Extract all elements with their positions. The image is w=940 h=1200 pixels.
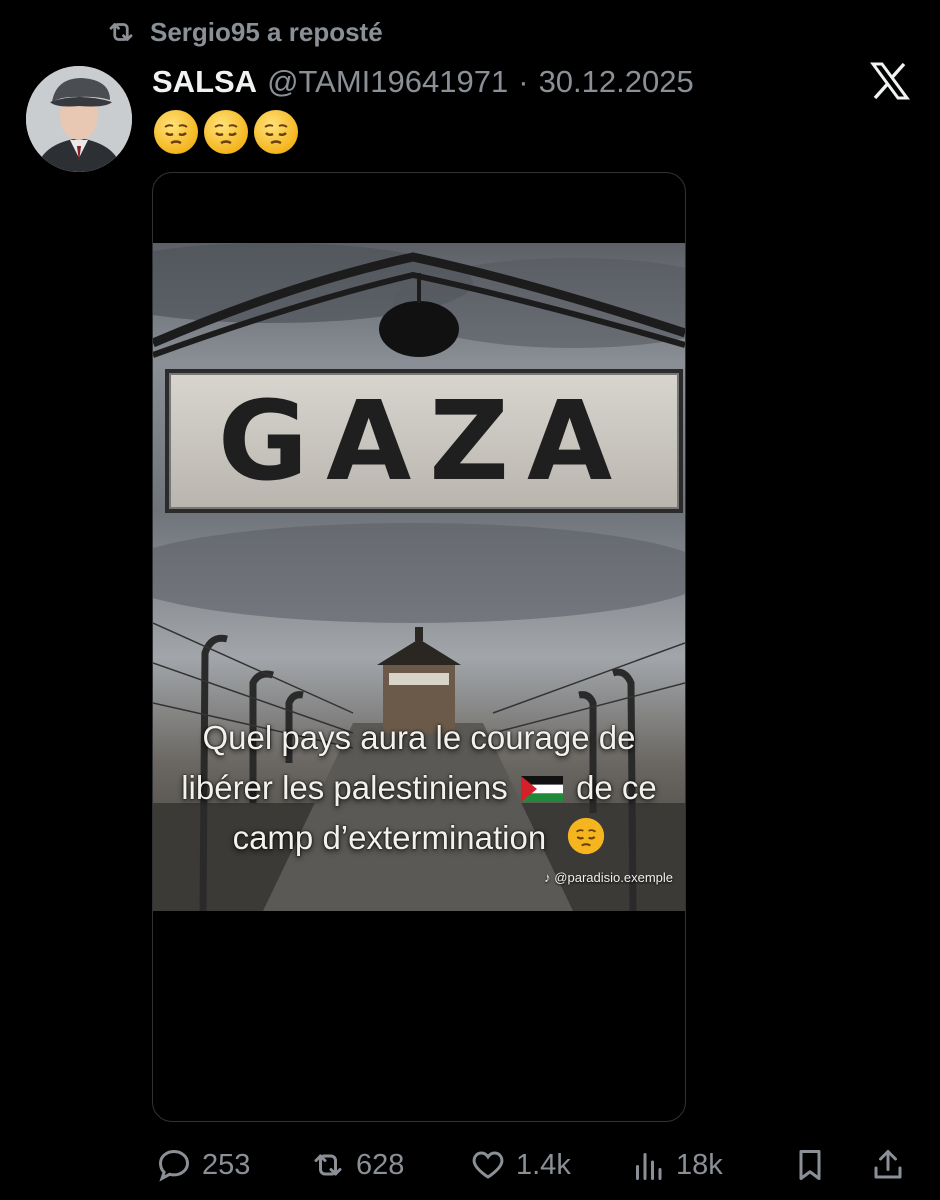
reply-count: 253 xyxy=(202,1148,251,1181)
palestine-flag-icon xyxy=(520,776,563,802)
caption-line-2-part-a: libérer les palestiniens xyxy=(181,769,508,806)
pensive-emoji-icon xyxy=(254,110,298,154)
reply-button[interactable]: 253 xyxy=(156,1140,250,1190)
share-upload-icon xyxy=(874,1150,902,1179)
caption-line-3-text: camp d’extermination xyxy=(232,819,547,856)
display-name[interactable]: SALSA xyxy=(152,64,257,100)
repost-icon xyxy=(314,1154,342,1176)
repost-icon xyxy=(109,23,133,41)
video-frame[interactable]: GAZA Quel pays aura le courage de libére… xyxy=(153,243,685,911)
tiktok-watermark: ♪ @paradisio.exemple xyxy=(544,870,673,885)
sign-text: GAZA xyxy=(217,377,631,505)
gate-sign: GAZA xyxy=(165,369,683,513)
caption-line-1: Quel pays aura le courage de xyxy=(202,719,636,756)
caption-line-3: camp d’extermination xyxy=(153,813,685,863)
action-bar: 253 628 1.4k 18k xyxy=(0,1140,940,1190)
tweet-text xyxy=(154,110,298,154)
pensive-emoji-icon xyxy=(567,817,605,855)
like-button[interactable]: 1.4k xyxy=(470,1140,571,1190)
video-caption: Quel pays aura le courage de libérer les… xyxy=(153,713,685,863)
bookmark-icon xyxy=(799,1150,821,1180)
avatar-image xyxy=(26,66,132,172)
avatar[interactable] xyxy=(26,66,132,172)
user-handle[interactable]: @TAMI19641971 xyxy=(267,64,508,100)
tweet-date[interactable]: 30.12.2025 xyxy=(539,64,694,100)
caption-line-2: libérer les palestiniens de ce xyxy=(153,763,685,813)
share-button[interactable] xyxy=(870,1140,906,1190)
tiktok-icon: ♪ xyxy=(544,870,551,885)
watermark-text: @paradisio.exemple xyxy=(554,870,673,885)
like-count: 1.4k xyxy=(516,1148,571,1181)
caption-line-2-part-b: de ce xyxy=(576,769,657,806)
heart-icon xyxy=(472,1151,504,1179)
x-logo-icon xyxy=(870,62,910,100)
repost-button[interactable]: 628 xyxy=(310,1140,404,1190)
views-button[interactable]: 18k xyxy=(630,1140,723,1190)
views-count: 18k xyxy=(676,1148,723,1181)
video-media[interactable]: GAZA Quel pays aura le courage de libére… xyxy=(152,172,686,1122)
repost-text: Sergio95 a reposté xyxy=(150,16,383,47)
reply-icon xyxy=(158,1149,190,1182)
separator-dot: · xyxy=(518,64,529,99)
pensive-emoji-icon xyxy=(154,110,198,154)
tweet-header: SALSA @TAMI19641971 · 30.12.2025 xyxy=(152,60,694,104)
repost-attribution[interactable]: Sergio95 a reposté xyxy=(104,14,383,50)
repost-count: 628 xyxy=(356,1148,405,1181)
bookmark-button[interactable] xyxy=(792,1140,828,1190)
pensive-emoji-icon xyxy=(204,110,248,154)
views-chart-icon xyxy=(636,1153,662,1180)
